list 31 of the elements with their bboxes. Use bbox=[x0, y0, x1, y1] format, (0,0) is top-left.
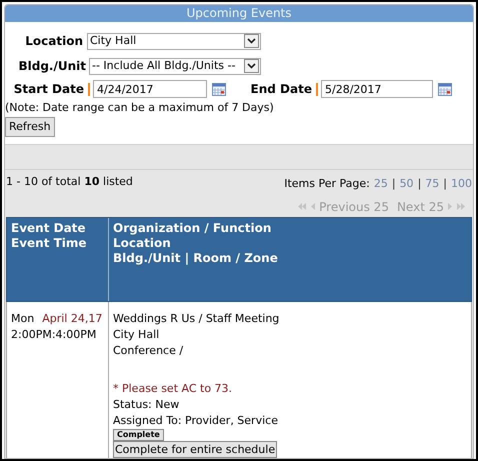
table-cell-text: Weddings R Us / Staff Meeting bbox=[113, 311, 280, 327]
date-field[interactable]: 5/28/2017 bbox=[321, 80, 433, 98]
panel-title: Upcoming Events bbox=[5, 5, 473, 22]
field-label: Start Date bbox=[14, 81, 84, 98]
separator: | bbox=[443, 176, 447, 192]
refresh-button[interactable]: Refresh bbox=[5, 117, 55, 137]
pager-link: Previous 25 bbox=[319, 198, 389, 216]
dropdown[interactable]: -- Include All Bldg./Units -- bbox=[89, 58, 261, 74]
items-per-page-label: Items Per Page: bbox=[284, 176, 370, 192]
table-cell-text: 2:00PM:4:00PM bbox=[11, 327, 98, 343]
table-cell-text: Assigned To: Provider, Service bbox=[113, 413, 279, 429]
field-label: End Date bbox=[250, 81, 312, 98]
column-header[interactable]: Organization / Function Location Bldg./Unit | Room / Zone bbox=[109, 218, 471, 301]
separator: | bbox=[392, 176, 396, 192]
table-cell: Mon bbox=[11, 311, 34, 327]
column-header[interactable]: Event Date Event Time bbox=[7, 218, 109, 301]
table-cell-text: Status: New bbox=[113, 397, 180, 413]
table-cell-text: Conference / bbox=[113, 343, 184, 359]
table-cell: April 24,17 bbox=[42, 311, 102, 327]
field-label: Bldg./Unit bbox=[18, 58, 86, 75]
note-text: (Note: Date range can be a maximum of 7 Days) bbox=[5, 100, 275, 115]
separator: | bbox=[418, 176, 422, 192]
event-note: * Please set AC to 73. bbox=[113, 381, 234, 397]
date-field[interactable]: 4/24/2017 bbox=[93, 80, 207, 98]
complete-schedule-button[interactable]: Complete for entire schedule bbox=[113, 441, 278, 458]
pager-link: Next 25 bbox=[396, 198, 444, 216]
result-summary: 1 - 10 of total 10 listed bbox=[6, 174, 133, 190]
complete-button[interactable]: Complete bbox=[113, 429, 164, 441]
dropdown[interactable]: City Hall bbox=[87, 32, 261, 50]
field-label: Location bbox=[25, 33, 83, 50]
table-cell-text: City Hall bbox=[113, 327, 160, 343]
